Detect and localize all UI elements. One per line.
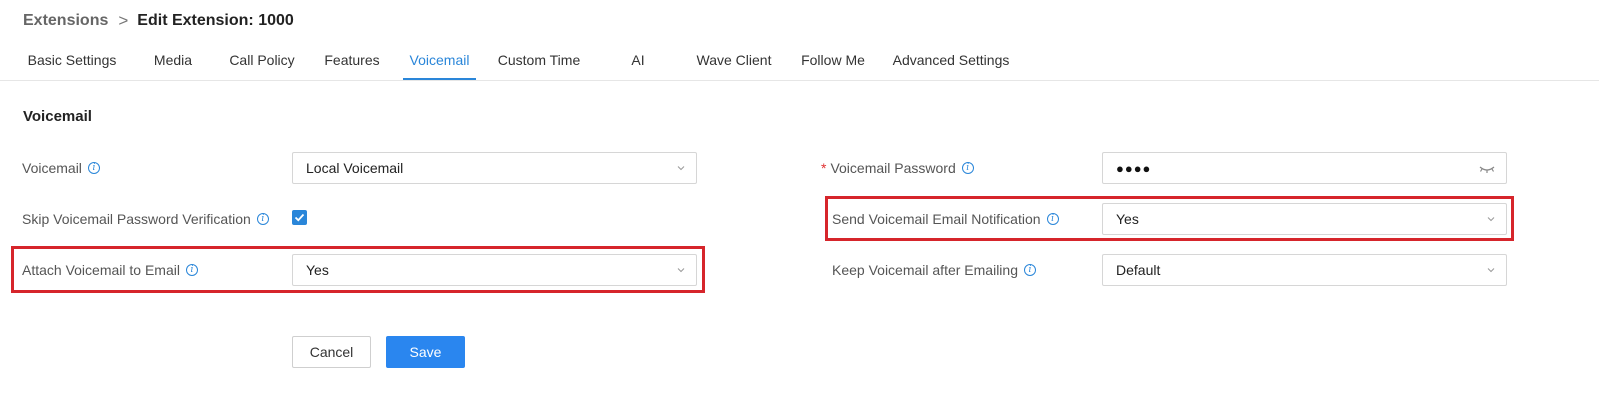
keep-after-email-select-value: Default (1116, 262, 1161, 278)
breadcrumb-extensions-link[interactable]: Extensions (23, 11, 108, 31)
tab-call-policy[interactable]: Call Policy (222, 44, 302, 80)
eye-closed-icon[interactable] (1478, 163, 1496, 175)
skip-password-checkbox[interactable] (292, 210, 307, 225)
tab-wave-client[interactable]: Wave Client (690, 44, 778, 80)
required-mark: * (821, 160, 827, 176)
tab-custom-time[interactable]: Custom Time (493, 44, 585, 80)
voicemail-password-label: * Voicemail Password i (821, 152, 974, 184)
page-title: Edit Extension: 1000 (137, 12, 294, 29)
voicemail-password-label-text: Voicemail Password (830, 160, 956, 176)
breadcrumb: Extensions > Edit Extension: 1000 (23, 11, 294, 31)
send-notification-label-text: Send Voicemail Email Notification (832, 211, 1041, 227)
chevron-down-icon (1487, 268, 1495, 273)
attach-email-select-value: Yes (306, 262, 329, 278)
tab-advanced-settings[interactable]: Advanced Settings (889, 44, 1013, 80)
attach-email-label: Attach Voicemail to Email i (22, 254, 198, 286)
keep-after-email-label-text: Keep Voicemail after Emailing (832, 262, 1018, 278)
info-icon[interactable]: i (1024, 264, 1036, 276)
cancel-button[interactable]: Cancel (292, 336, 371, 368)
voicemail-label-text: Voicemail (22, 160, 82, 176)
info-icon[interactable]: i (1046, 213, 1059, 225)
breadcrumb-separator: > (118, 11, 129, 30)
voicemail-select-value: Local Voicemail (306, 160, 404, 176)
chevron-down-icon (1487, 217, 1495, 222)
chevron-down-icon (677, 166, 685, 171)
password-masked-value: ●●●● (1116, 160, 1152, 176)
tab-ai[interactable]: AI (620, 44, 656, 80)
info-icon[interactable]: i (256, 213, 269, 225)
info-icon[interactable]: i (87, 162, 100, 174)
info-icon[interactable]: i (185, 264, 198, 276)
skip-password-label-text: Skip Voicemail Password Verification (22, 211, 251, 227)
tab-media[interactable]: Media (145, 44, 201, 80)
save-button[interactable]: Save (386, 336, 465, 368)
tab-basic-settings[interactable]: Basic Settings (22, 44, 122, 80)
send-notification-select[interactable]: Yes (1102, 203, 1507, 235)
attach-email-label-text: Attach Voicemail to Email (22, 262, 180, 278)
voicemail-select[interactable]: Local Voicemail (292, 152, 697, 184)
attach-email-select[interactable]: Yes (292, 254, 697, 286)
tab-voicemail[interactable]: Voicemail (403, 44, 476, 80)
send-notification-select-value: Yes (1116, 211, 1139, 227)
chevron-down-icon (677, 268, 685, 273)
send-notification-label: Send Voicemail Email Notification i (832, 203, 1059, 235)
edit-extension-page: Extensions > Edit Extension: 1000 Basic … (0, 0, 1599, 398)
checkmark-icon (294, 213, 305, 222)
skip-password-label: Skip Voicemail Password Verification i (22, 203, 269, 235)
tab-bar: Basic Settings Media Call Policy Feature… (0, 44, 1599, 81)
tab-follow-me[interactable]: Follow Me (796, 44, 870, 80)
keep-after-email-label: Keep Voicemail after Emailing i (832, 254, 1036, 286)
voicemail-password-input[interactable]: ●●●● (1102, 152, 1507, 184)
section-title: Voicemail (23, 108, 92, 125)
tab-features[interactable]: Features (320, 44, 384, 80)
voicemail-label: Voicemail i (22, 152, 100, 184)
keep-after-email-select[interactable]: Default (1102, 254, 1507, 286)
info-icon[interactable]: i (961, 162, 974, 174)
